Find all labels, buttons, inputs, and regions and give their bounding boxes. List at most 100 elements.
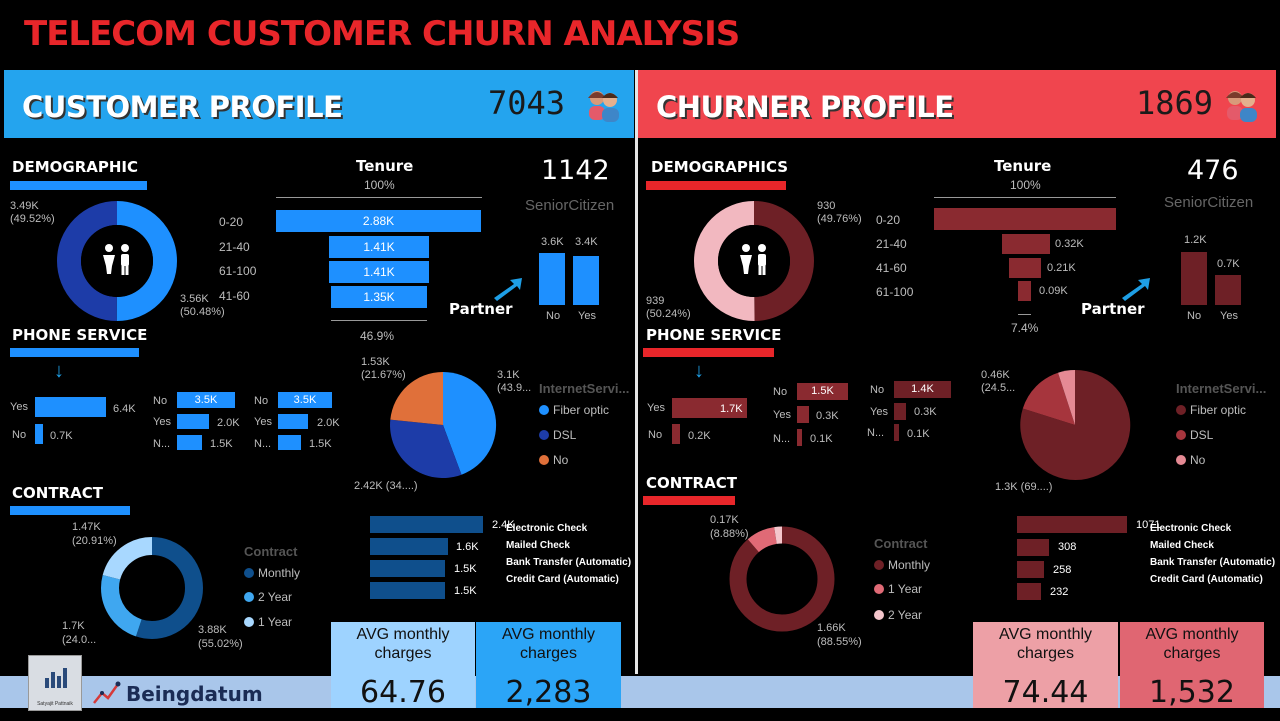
pct: (21.67%) bbox=[361, 369, 406, 381]
partner-bar[interactable] bbox=[1215, 275, 1241, 305]
legend-dot bbox=[539, 455, 549, 465]
multi-line-bar[interactable] bbox=[177, 435, 202, 450]
multi-line-value: 1.5K bbox=[210, 438, 233, 450]
multi-line-label: Yes bbox=[870, 406, 888, 418]
multi-line-bar[interactable]: 1.5K bbox=[797, 383, 848, 400]
phone-service-heading: PHONE SERVICE bbox=[646, 326, 782, 344]
legend-dot bbox=[874, 560, 884, 570]
legend-item[interactable]: Monthly bbox=[874, 558, 930, 572]
payment-bar[interactable] bbox=[370, 538, 448, 555]
partner-bar[interactable] bbox=[539, 253, 565, 305]
phone-bar[interactable] bbox=[672, 424, 680, 444]
legend-item[interactable]: Monthly bbox=[244, 566, 300, 580]
multi-line-bar[interactable] bbox=[894, 403, 906, 420]
legend-item[interactable]: DSL bbox=[1176, 428, 1213, 442]
payment-value: 1.5K bbox=[454, 563, 477, 575]
contract-label: 0.17K (8.88%) bbox=[710, 513, 749, 541]
value: 3.49K bbox=[10, 200, 39, 212]
multi-line-bar[interactable]: 1.4K bbox=[894, 381, 951, 398]
tenure-label: 41-60 bbox=[876, 261, 907, 275]
contract-underline bbox=[10, 506, 130, 515]
contract-underline bbox=[643, 496, 735, 505]
tenure-bar[interactable]: 1.41K bbox=[329, 261, 429, 283]
tenure-bar[interactable] bbox=[1002, 234, 1050, 254]
legend-item[interactable]: DSL bbox=[539, 428, 576, 442]
payment-bar[interactable] bbox=[370, 560, 445, 577]
legend-title: Contract bbox=[244, 544, 298, 559]
phone-bar[interactable] bbox=[35, 424, 43, 444]
contract-heading: CONTRACT bbox=[12, 484, 103, 502]
author-logo: Satyajit Pattnaik bbox=[28, 655, 82, 711]
legend-item[interactable]: Fiber optic bbox=[1176, 403, 1246, 417]
payment-bar[interactable] bbox=[1017, 583, 1041, 600]
tenure-bar[interactable]: 1.41K bbox=[329, 236, 429, 258]
phone-value: 0.7K bbox=[50, 430, 73, 442]
senior-citizen-count: 476 bbox=[1187, 155, 1239, 186]
payment-bar[interactable] bbox=[370, 516, 483, 533]
pct: (24.5... bbox=[981, 382, 1016, 394]
phone-service-heading: PHONE SERVICE bbox=[12, 326, 148, 344]
legend-item[interactable]: 2 Year bbox=[874, 608, 922, 622]
phone-bar[interactable] bbox=[35, 397, 106, 417]
demographics-underline bbox=[646, 181, 786, 190]
partner-axis-label: Yes bbox=[578, 310, 596, 322]
tenure-heading: Tenure bbox=[356, 157, 414, 175]
legend-item[interactable]: 1 Year bbox=[244, 615, 292, 629]
churn-avg-monthly-card: AVG monthly charges 74.44 bbox=[973, 622, 1118, 710]
legend-item[interactable]: No bbox=[539, 453, 568, 467]
contract-label: 1.7K (24.0... bbox=[62, 619, 96, 647]
multi-line-bar[interactable] bbox=[278, 435, 301, 450]
avg-caption: AVG monthly charges bbox=[998, 626, 1093, 662]
multi-line-bar[interactable] bbox=[797, 429, 802, 446]
internet-service-pie[interactable] bbox=[1018, 368, 1132, 482]
tenure-bar[interactable]: 2.88K bbox=[276, 210, 481, 232]
partner-bar[interactable] bbox=[1181, 252, 1207, 305]
churner-gender-donut bbox=[694, 201, 814, 321]
multi-line-bar[interactable] bbox=[894, 424, 899, 441]
legend-item[interactable]: 1 Year bbox=[874, 582, 922, 596]
tenure-bar[interactable]: 1.35K bbox=[331, 286, 427, 308]
tenure-bar[interactable] bbox=[1018, 281, 1031, 301]
tenure-top-rule bbox=[934, 197, 1116, 198]
contract-donut[interactable] bbox=[99, 535, 205, 641]
multi-line-label: Yes bbox=[254, 416, 272, 428]
donut-top-label: 930 (49.76%) bbox=[817, 200, 862, 226]
legend-dot bbox=[539, 430, 549, 440]
legend-label: Fiber optic bbox=[553, 403, 610, 417]
donut-bottom-label: 3.56K (50.48%) bbox=[180, 293, 225, 319]
demographics-heading: DEMOGRAPHICS bbox=[651, 158, 789, 176]
legend-item[interactable]: No bbox=[1176, 453, 1205, 467]
partner-axis-label: Yes bbox=[1220, 310, 1238, 322]
value: 1.47K bbox=[72, 521, 101, 533]
brand-name: Beingdatum bbox=[126, 682, 263, 706]
payment-bar[interactable] bbox=[1017, 539, 1049, 556]
beingdatum-logo-icon bbox=[93, 681, 121, 704]
payment-labels: Electronic Check Mailed Check Bank Trans… bbox=[506, 520, 631, 588]
legend-item[interactable]: 2 Year bbox=[244, 590, 292, 604]
tenure-bar[interactable] bbox=[1009, 258, 1041, 278]
tenure-bottom-pct: 7.4% bbox=[1011, 321, 1039, 335]
value: 3.1K bbox=[497, 369, 520, 381]
internet-service-pie[interactable] bbox=[388, 370, 498, 480]
multi-line-bar[interactable] bbox=[177, 414, 209, 429]
legend-item[interactable]: Fiber optic bbox=[539, 403, 609, 417]
multi-line-bar[interactable] bbox=[797, 406, 809, 423]
multi-line-bar[interactable] bbox=[278, 414, 308, 429]
arrow-icon bbox=[1122, 278, 1150, 301]
tenure-bottom-rule bbox=[331, 320, 427, 321]
pie-label: 1.3K (69....) bbox=[995, 481, 1053, 493]
partner-bar[interactable] bbox=[573, 256, 599, 305]
tenure-label: 61-100 bbox=[219, 264, 257, 278]
multi-line-bar[interactable]: 3.5K bbox=[278, 392, 332, 408]
payment-bar[interactable] bbox=[1017, 561, 1044, 578]
multi-line-bar[interactable]: 3.5K bbox=[177, 392, 235, 408]
payment-value: 308 bbox=[1058, 541, 1077, 553]
payment-label: Credit Card (Automatic) bbox=[506, 574, 619, 585]
avg-monthly-card: AVG monthly charges 64.76 bbox=[331, 622, 475, 710]
tenure-bar[interactable] bbox=[934, 208, 1116, 230]
payment-bar[interactable] bbox=[1017, 516, 1127, 533]
value: 1.53K bbox=[361, 356, 390, 368]
payment-bar[interactable] bbox=[370, 582, 445, 599]
value: 3.56K bbox=[180, 293, 209, 305]
tenure-top-rule bbox=[276, 197, 482, 198]
